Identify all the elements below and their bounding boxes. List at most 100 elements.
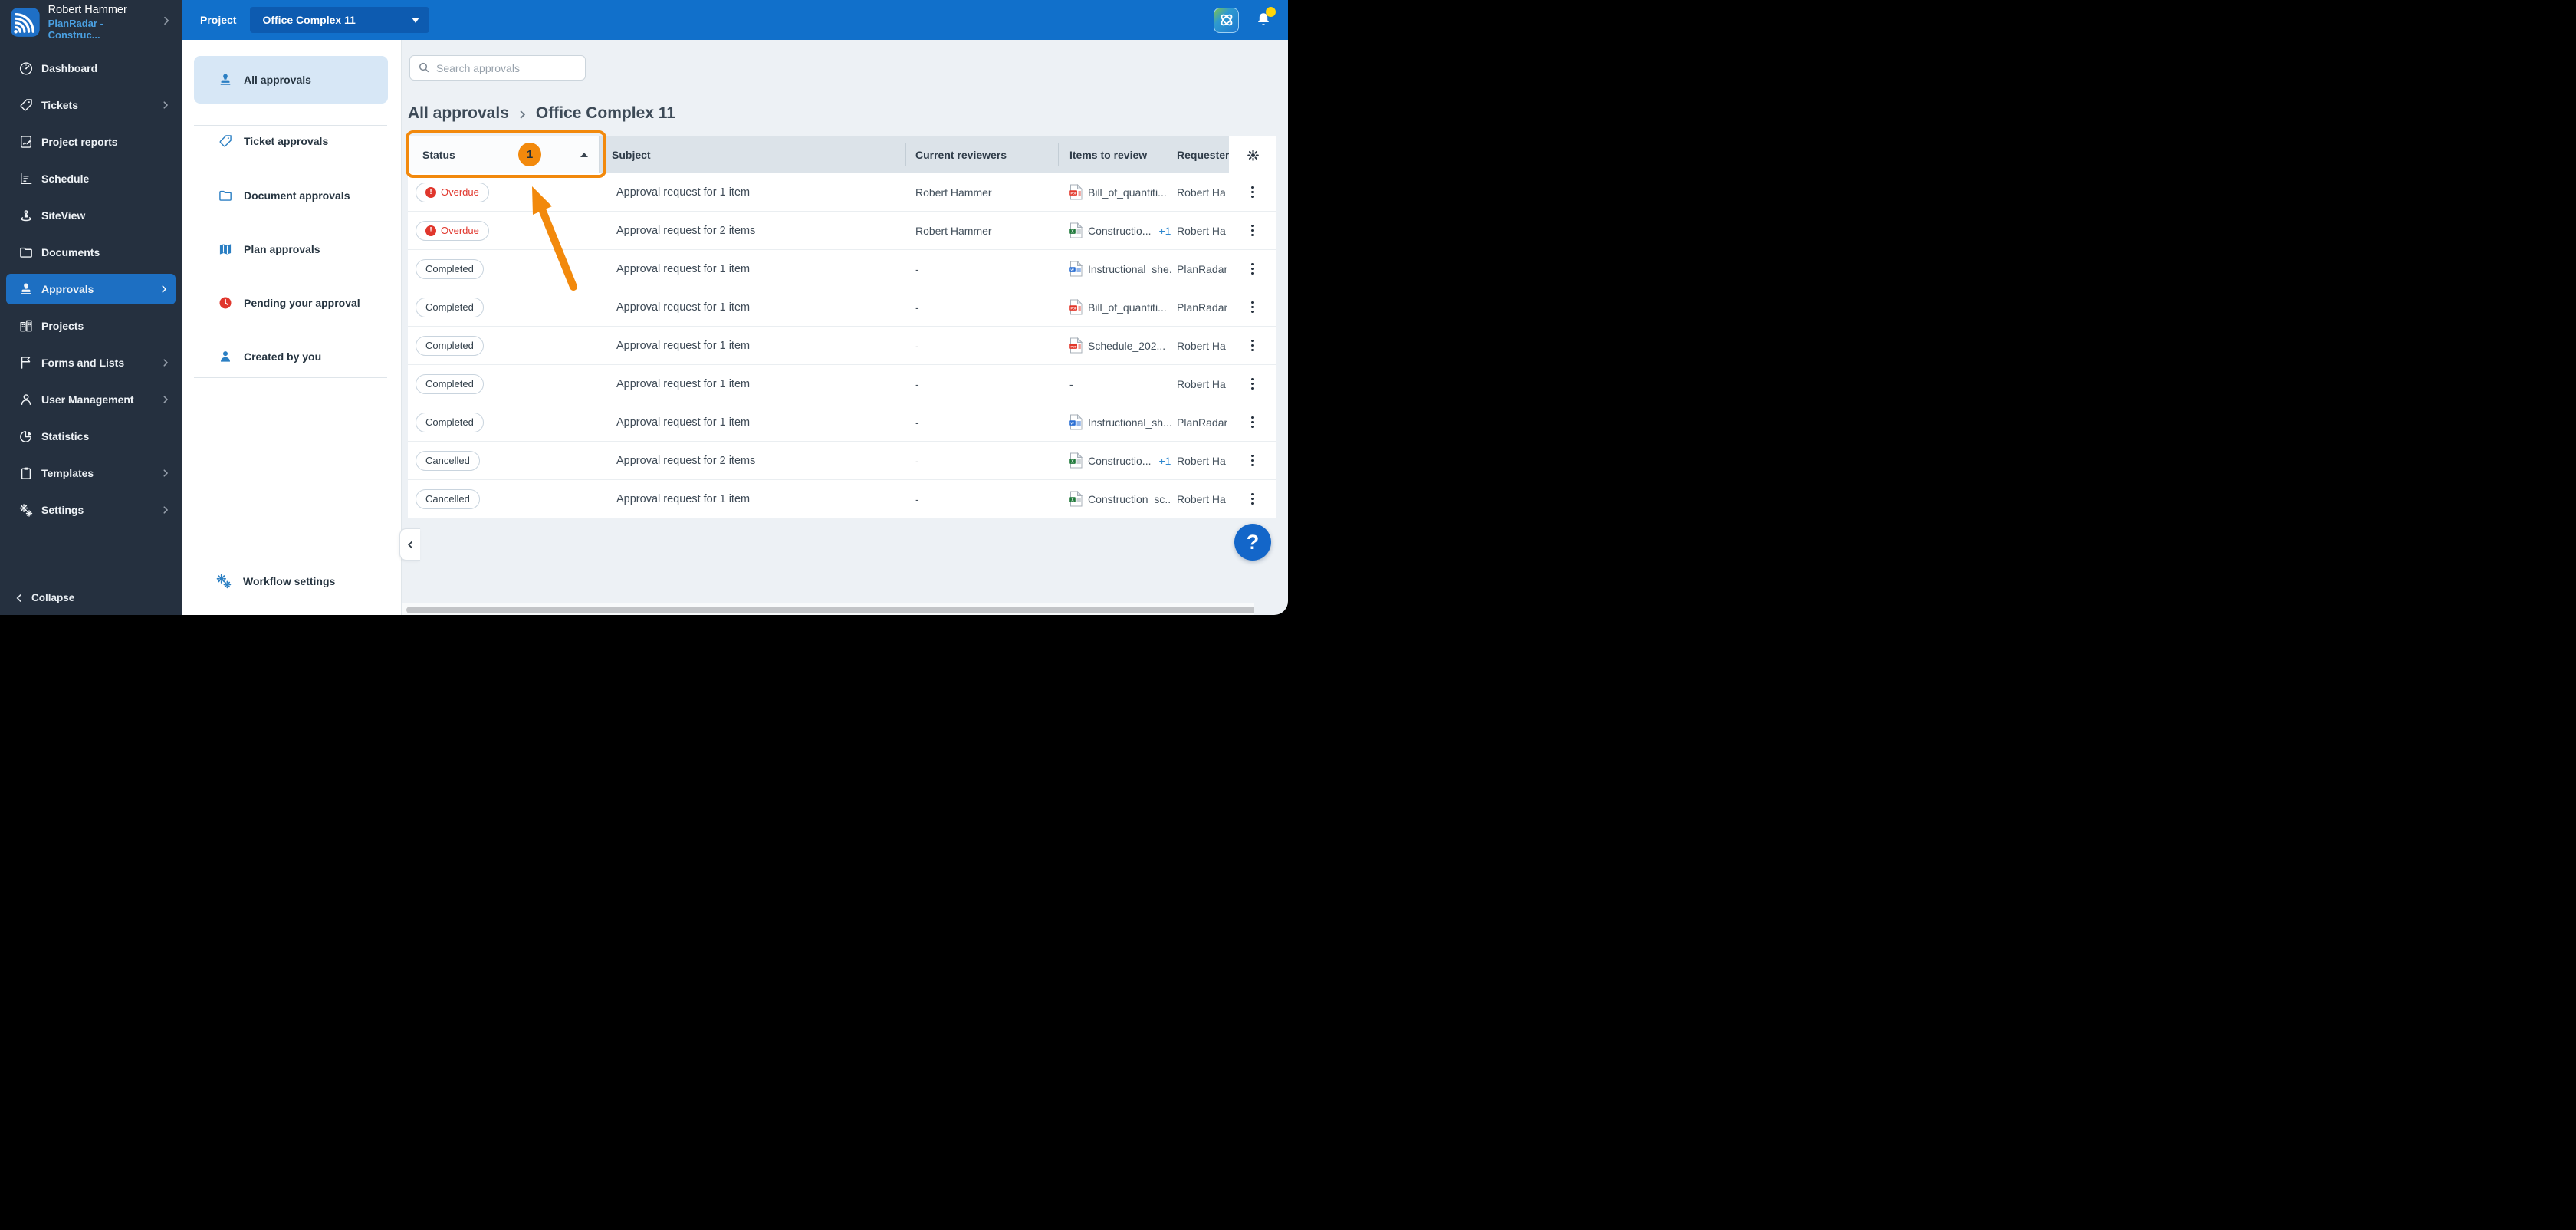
sidebar-item-templates[interactable]: Templates <box>0 455 182 492</box>
column-header-current-reviewers[interactable]: Current reviewers <box>905 136 1058 173</box>
notifications-button[interactable] <box>1252 7 1276 31</box>
item-file-name[interactable]: Instructional_she... <box>1088 263 1171 275</box>
approvals-nav-pending-your-approval[interactable]: Pending your approval <box>194 284 388 322</box>
sidebar-item-schedule[interactable]: Schedule <box>0 160 182 197</box>
account-switcher[interactable]: Robert Hammer PlanRadar - Construc... <box>0 0 182 44</box>
sidebar-item-settings[interactable]: Settings <box>0 492 182 528</box>
tag-icon <box>218 133 233 149</box>
table-row[interactable]: Completed Approval request for 1 item - W In… <box>408 250 1276 288</box>
cell-current-reviewers: - <box>915 492 919 505</box>
sidebar-item-label: Schedule <box>41 173 90 185</box>
horizontal-scrollbar-thumb[interactable] <box>406 606 1267 613</box>
cell-items-to-review: X Construction_sc... <box>1058 480 1171 518</box>
breadcrumb-all-approvals[interactable]: All approvals <box>408 104 509 123</box>
approvals-nav-plan-approvals[interactable]: Plan approvals <box>194 230 388 268</box>
table-row[interactable]: Cancelled Approval request for 2 items - X C… <box>408 442 1276 480</box>
row-menu-button[interactable] <box>1247 182 1259 203</box>
column-header-requester[interactable]: Requester <box>1171 136 1229 173</box>
sidebar-item-approvals[interactable]: Approvals <box>6 274 176 304</box>
item-file-name[interactable]: Bill_of_quantiti... <box>1088 301 1167 314</box>
table-row[interactable]: Completed Approval request for 1 item - - Ro… <box>408 365 1276 403</box>
row-menu-button[interactable] <box>1247 488 1259 510</box>
chevron-right-icon <box>159 284 169 294</box>
table-row[interactable]: ! Overdue Approval request for 2 items Robe… <box>408 212 1276 250</box>
row-menu-button[interactable] <box>1247 220 1259 242</box>
cell-items-to-review: PDF Bill_of_quantiti... <box>1058 173 1171 211</box>
sidebar-item-dashboard[interactable]: Dashboard <box>0 50 182 87</box>
sidebar-item-projects[interactable]: Projects <box>0 308 182 344</box>
item-file-name[interactable]: Constructio... <box>1088 455 1151 467</box>
table-row[interactable]: Completed Approval request for 1 item - PDF… <box>408 327 1276 365</box>
table-row[interactable]: Cancelled Approval request for 1 item - X Co… <box>408 480 1276 518</box>
cell-subject: Approval request for 1 item <box>616 377 751 390</box>
table-row[interactable]: Completed Approval request for 1 item - PDF… <box>408 288 1276 327</box>
column-header-items-to-review[interactable]: Items to review <box>1058 136 1171 173</box>
column-header-status[interactable]: Status 1 <box>408 136 600 173</box>
project-selector[interactable]: Office Complex 11 <box>250 7 430 33</box>
item-file-name[interactable]: Constructio... <box>1088 225 1151 237</box>
folder-icon <box>18 245 34 260</box>
sidebar-item-label: Settings <box>41 504 84 516</box>
row-menu-button[interactable] <box>1247 335 1259 357</box>
help-button[interactable]: ? <box>1234 524 1271 561</box>
table-row[interactable]: ! Overdue Approval request for 1 item Rober… <box>408 173 1276 212</box>
sidebar-item-tickets[interactable]: Tickets <box>0 87 182 123</box>
workflow-settings-button[interactable]: Workflow settings <box>194 564 388 599</box>
cell-actions <box>1229 480 1276 518</box>
horizontal-scrollbar <box>402 603 1276 615</box>
approvals-nav-all-approvals[interactable]: All approvals <box>194 56 388 104</box>
row-menu-button[interactable] <box>1247 258 1259 280</box>
row-menu-button[interactable] <box>1247 450 1259 472</box>
cell-status: Completed <box>408 327 600 364</box>
column-header-subject[interactable]: Subject <box>600 136 905 173</box>
item-file-name[interactable]: Schedule_202... <box>1088 340 1165 352</box>
cell-current-reviewers: - <box>915 339 919 352</box>
table-settings-gear-button[interactable] <box>1246 148 1260 163</box>
cell-items-to-review: W Instructional_sh... <box>1058 403 1171 441</box>
more-items-link[interactable]: +1 <box>1158 455 1171 467</box>
collapse-panel-handle[interactable] <box>399 528 420 561</box>
project-selector-value: Office Complex 11 <box>262 14 356 26</box>
sidebar-item-statistics[interactable]: Statistics <box>0 418 182 455</box>
svg-text:X: X <box>1071 498 1074 503</box>
cell-subject: Approval request for 1 item <box>616 339 751 352</box>
approvals-nav-ticket-approvals[interactable]: Ticket approvals <box>194 122 388 160</box>
search-input[interactable] <box>409 55 586 81</box>
status-badge: Completed <box>416 258 484 279</box>
cell-current-reviewers: - <box>915 301 919 314</box>
sidebar-item-documents[interactable]: Documents <box>0 234 182 271</box>
cell-requester: PlanRadar <box>1177 262 1228 275</box>
approvals-nav-document-approvals[interactable]: Document approvals <box>194 176 388 215</box>
stamp-icon <box>218 72 233 87</box>
cell-requester: Robert Ha <box>1177 454 1226 467</box>
approvals-nav-created-by-you[interactable]: Created by you <box>194 337 388 376</box>
status-badge: Completed <box>416 373 484 394</box>
sidebar-item-project-reports[interactable]: Project reports <box>0 123 182 160</box>
table-row[interactable]: Completed Approval request for 1 item - W In… <box>408 403 1276 442</box>
ai-assistant-button[interactable] <box>1214 7 1239 33</box>
sidebar-item-user-management[interactable]: User Management <box>0 381 182 418</box>
divider <box>194 125 387 126</box>
collapse-sidebar-button[interactable]: Collapse <box>0 580 182 615</box>
cell-status: Completed <box>408 403 600 441</box>
overdue-alert-icon: ! <box>426 186 436 198</box>
sidebar-item-forms-and-lists[interactable]: Forms and Lists <box>0 344 182 381</box>
more-items-link[interactable]: +1 <box>1158 225 1171 237</box>
svg-text:X: X <box>1071 230 1074 235</box>
status-badge: Completed <box>416 297 484 317</box>
chevron-right-icon <box>517 109 528 120</box>
row-menu-button[interactable] <box>1247 373 1259 395</box>
cell-requester: Robert Ha <box>1177 377 1226 390</box>
file-type-icon: W <box>1070 261 1083 277</box>
row-menu-button[interactable] <box>1247 412 1259 433</box>
sidebar-item-siteview[interactable]: SiteView <box>0 197 182 234</box>
item-file-name[interactable]: Construction_sc... <box>1088 493 1171 505</box>
gears-icon <box>18 502 34 518</box>
file-type-icon: X <box>1070 491 1083 507</box>
row-menu-button[interactable] <box>1247 297 1259 318</box>
collapse-label: Collapse <box>31 592 75 603</box>
sidebar-item-label: SiteView <box>41 209 86 222</box>
item-file-name[interactable]: Bill_of_quantiti... <box>1088 186 1167 199</box>
item-file-name[interactable]: Instructional_sh... <box>1088 416 1171 429</box>
notification-badge <box>1266 7 1276 17</box>
